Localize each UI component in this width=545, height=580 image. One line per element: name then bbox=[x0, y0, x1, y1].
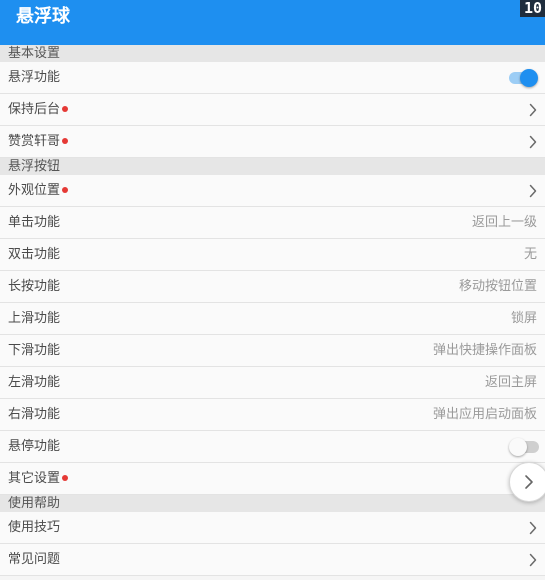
row-label: 左滑功能 bbox=[8, 375, 61, 390]
row-value: 无 bbox=[523, 247, 537, 262]
row-label: 外观位置 bbox=[8, 182, 69, 199]
row-label: 下滑功能 bbox=[8, 343, 61, 358]
section-header: 悬浮按钮 bbox=[0, 158, 545, 175]
section-header: 使用帮助 bbox=[0, 495, 545, 512]
row-label: 赞赏轩哥 bbox=[8, 133, 69, 150]
row-value: 弹出应用启动面板 bbox=[432, 407, 537, 422]
settings-row[interactable]: 右滑功能 弹出应用启动面板 bbox=[0, 399, 545, 431]
chevron-right-icon bbox=[529, 135, 537, 149]
settings-row[interactable]: 长按功能 移动按钮位置 bbox=[0, 271, 545, 303]
row-label: 长按功能 bbox=[8, 279, 61, 294]
row-label: 双击功能 bbox=[8, 247, 61, 262]
toggle-knob bbox=[520, 69, 538, 87]
settings-row[interactable]: 左滑功能 返回主屏 bbox=[0, 367, 545, 399]
row-value: 弹出快捷操作面板 bbox=[432, 343, 537, 358]
new-dot-badge bbox=[62, 138, 69, 144]
chevron-right-icon bbox=[529, 521, 537, 535]
row-value: 返回主屏 bbox=[484, 375, 537, 390]
row-label: 保持后台 bbox=[8, 101, 69, 118]
app-bar: 悬浮球 10 bbox=[0, 0, 545, 45]
row-label: 单击功能 bbox=[8, 215, 61, 230]
row-value: 返回上一级 bbox=[471, 215, 537, 230]
chevron-right-icon bbox=[529, 184, 537, 198]
settings-list: 基本设置悬浮功能保持后台赞赏轩哥悬浮按钮外观位置单击功能 返回上一级双击功能 无长按… bbox=[0, 45, 545, 576]
status-badge: 10 bbox=[519, 0, 545, 17]
settings-row[interactable]: 常见问题 bbox=[0, 544, 545, 576]
page-title: 悬浮球 bbox=[16, 6, 70, 27]
row-label: 常见问题 bbox=[8, 552, 61, 567]
settings-row[interactable]: 其它设置 bbox=[0, 463, 545, 495]
row-label: 其它设置 bbox=[8, 470, 69, 487]
settings-row[interactable]: 保持后台 bbox=[0, 94, 545, 126]
row-label: 悬浮功能 bbox=[8, 70, 61, 85]
row-value: 移动按钮位置 bbox=[458, 279, 537, 294]
settings-row[interactable]: 悬浮功能 bbox=[0, 62, 545, 94]
settings-row[interactable]: 双击功能 无 bbox=[0, 239, 545, 271]
new-dot-badge bbox=[62, 475, 69, 481]
toggle-knob bbox=[509, 438, 527, 456]
row-label: 上滑功能 bbox=[8, 311, 61, 326]
settings-row[interactable]: 下滑功能 弹出快捷操作面板 bbox=[0, 335, 545, 367]
toggle-switch[interactable] bbox=[509, 437, 539, 457]
settings-row[interactable]: 上滑功能 锁屏 bbox=[0, 303, 545, 335]
new-dot-badge bbox=[62, 106, 69, 112]
row-label: 使用技巧 bbox=[8, 520, 61, 535]
row-label: 悬停功能 bbox=[8, 439, 61, 454]
settings-row[interactable]: 悬停功能 bbox=[0, 431, 545, 463]
settings-row[interactable]: 使用技巧 bbox=[0, 512, 545, 544]
settings-row[interactable]: 赞赏轩哥 bbox=[0, 126, 545, 158]
row-label: 右滑功能 bbox=[8, 407, 61, 422]
settings-row[interactable]: 外观位置 bbox=[0, 175, 545, 207]
chevron-right-icon bbox=[525, 475, 533, 489]
settings-row[interactable]: 单击功能 返回上一级 bbox=[0, 207, 545, 239]
chevron-right-icon bbox=[529, 553, 537, 567]
chevron-right-icon bbox=[529, 103, 537, 117]
section-header: 基本设置 bbox=[0, 45, 545, 62]
floating-ball-button[interactable] bbox=[509, 462, 545, 502]
toggle-switch[interactable] bbox=[509, 68, 539, 88]
new-dot-badge bbox=[62, 187, 69, 193]
row-value: 锁屏 bbox=[510, 311, 537, 326]
